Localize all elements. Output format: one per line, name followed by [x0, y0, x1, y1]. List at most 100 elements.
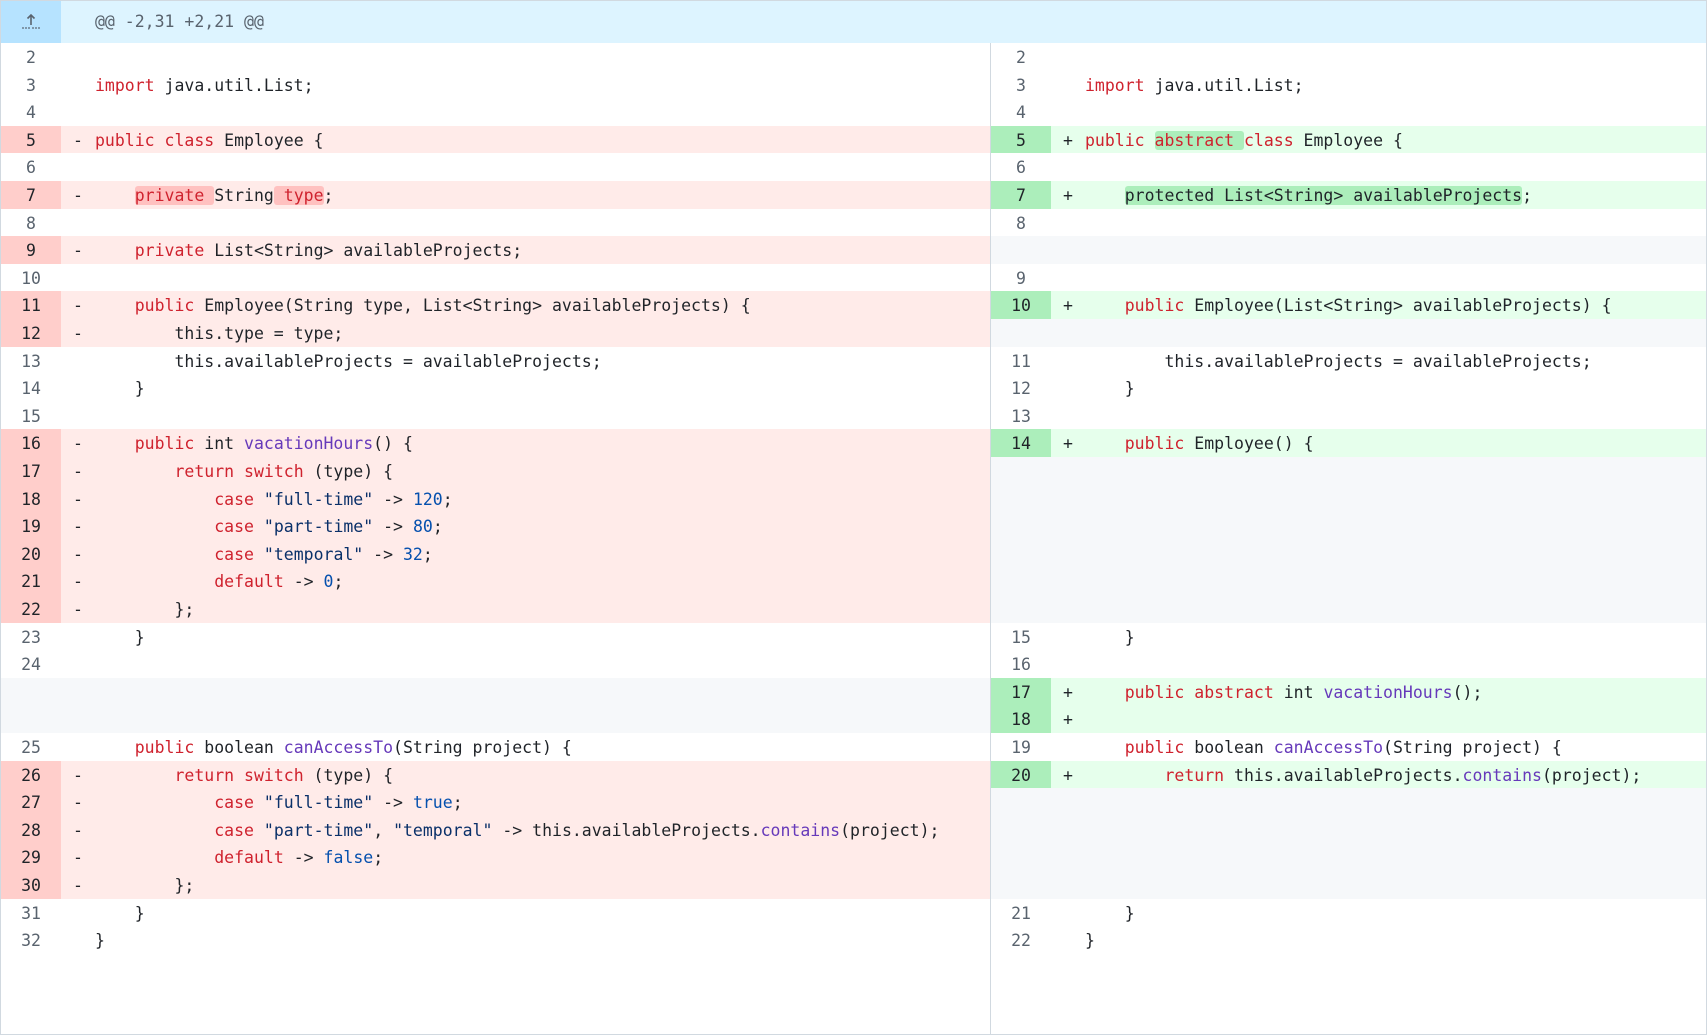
code-token: } [95, 931, 105, 951]
left-line-number[interactable]: 27 [1, 788, 61, 819]
right-code-line [1085, 512, 1706, 543]
left-change-marker: - [61, 484, 95, 515]
diff-row: 27- case "full-time" -> true; [1, 788, 1706, 819]
right-line-number[interactable]: 10 [991, 291, 1051, 322]
left-line-number[interactable]: 15 [1, 401, 61, 432]
left-line-number[interactable]: 28 [1, 815, 61, 846]
right-line-number[interactable]: 16 [991, 650, 1051, 681]
right-line-number[interactable]: 20 [991, 760, 1051, 791]
left-line-number[interactable]: 4 [1, 98, 61, 129]
left-line-number[interactable]: 11 [1, 291, 61, 322]
right-line-number[interactable]: 5 [991, 125, 1051, 156]
left-line-number[interactable]: 17 [1, 457, 61, 487]
right-line-number [991, 567, 1051, 598]
left-line-number[interactable]: 16 [1, 429, 61, 460]
right-line-number[interactable]: 7 [991, 181, 1051, 211]
right-line-number[interactable]: 15 [991, 622, 1051, 653]
left-line-number[interactable]: 26 [1, 760, 61, 791]
right-line-number[interactable]: 4 [991, 98, 1051, 129]
right-line-number[interactable]: 22 [991, 926, 1051, 957]
left-line-number[interactable]: 10 [1, 263, 61, 294]
left-change-marker: - [61, 595, 95, 625]
left-code-line [95, 263, 990, 294]
left-line-number[interactable]: 22 [1, 595, 61, 625]
left-change-marker: - [61, 236, 95, 267]
left-line-number[interactable]: 20 [1, 539, 61, 570]
right-change-marker: + [1051, 429, 1085, 460]
left-line-number[interactable]: 13 [1, 346, 61, 377]
code-token: public [134, 738, 195, 757]
right-line-number[interactable]: 3 [991, 70, 1051, 101]
left-change-marker [61, 263, 95, 294]
left-line-number[interactable]: 19 [1, 512, 61, 543]
code-token: ; [333, 572, 344, 592]
expand-up-button[interactable] [1, 1, 61, 43]
right-line-number[interactable]: 19 [991, 733, 1051, 763]
left-code-line: this.availableProjects = availableProjec… [95, 346, 990, 377]
right-change-marker: + [1051, 677, 1085, 708]
left-line-number[interactable]: 18 [1, 484, 61, 515]
right-line-number [991, 815, 1051, 846]
left-change-marker [61, 374, 95, 405]
right-code-line [1085, 595, 1706, 625]
code-token: }; [95, 876, 195, 895]
left-line-number[interactable]: 6 [1, 153, 61, 184]
right-code-line: return this.availableProjects.contains(p… [1085, 760, 1706, 791]
right-line-number[interactable]: 6 [991, 153, 1051, 184]
left-line-number[interactable]: 31 [1, 898, 61, 929]
right-line-number[interactable]: 12 [991, 374, 1051, 405]
right-line-number[interactable]: 17 [991, 677, 1051, 708]
left-change-marker: - [61, 567, 95, 598]
right-line-number[interactable]: 13 [991, 401, 1051, 432]
right-line-number[interactable]: 18 [991, 705, 1051, 736]
code-token: List<String> availableProjects; [204, 241, 523, 261]
left-line-number[interactable]: 12 [1, 319, 61, 349]
right-change-marker [1051, 622, 1085, 653]
left-line-number[interactable]: 9 [1, 236, 61, 267]
right-change-marker [1051, 153, 1085, 184]
left-line-number[interactable]: 32 [1, 926, 61, 957]
left-line-number[interactable]: 5 [1, 125, 61, 156]
right-line-number[interactable]: 8 [991, 208, 1051, 239]
code-token: -> [373, 517, 413, 537]
left-line-number[interactable]: 24 [1, 650, 61, 681]
left-line-number[interactable]: 29 [1, 843, 61, 874]
code-token: (project); [840, 820, 940, 840]
diff-row: 9- private List<String> availableProject… [1, 236, 1706, 267]
left-code-line: } [95, 374, 990, 405]
right-line-number[interactable]: 2 [991, 43, 1051, 73]
code-token: } [1085, 379, 1135, 399]
right-code-line [1085, 208, 1706, 239]
diff-row: 20- case "temporal" -> 32; [1, 539, 1706, 570]
left-line-number[interactable]: 2 [1, 43, 61, 73]
diff-row: 5- public class Employee {5 + public abstra… [1, 125, 1706, 156]
left-line-number[interactable]: 23 [1, 622, 61, 653]
code-token: } [1085, 627, 1135, 647]
left-line-number[interactable]: 30 [1, 871, 61, 901]
left-line-number[interactable]: 14 [1, 374, 61, 405]
left-line-number[interactable]: 3 [1, 70, 61, 101]
right-line-number[interactable]: 21 [991, 898, 1051, 929]
left-line-number[interactable]: 8 [1, 208, 61, 239]
left-line-number[interactable]: 7 [1, 181, 61, 211]
right-line-number[interactable]: 14 [991, 429, 1051, 460]
left-line-number[interactable]: 25 [1, 733, 61, 763]
left-change-marker [61, 622, 95, 653]
right-change-marker [1051, 595, 1085, 625]
right-line-number [991, 871, 1051, 901]
left-line-number[interactable]: 21 [1, 567, 61, 598]
left-change-marker: - [61, 788, 95, 819]
right-change-marker [1051, 208, 1085, 239]
code-token: Employee(List<String> availableProjects)… [1184, 296, 1612, 316]
right-change-marker [1051, 98, 1085, 129]
diff-row: 29- default -> false; [1, 843, 1706, 874]
code-token: , [373, 820, 394, 840]
right-line-number[interactable]: 11 [991, 346, 1051, 377]
right-line-number[interactable]: 9 [991, 263, 1051, 294]
